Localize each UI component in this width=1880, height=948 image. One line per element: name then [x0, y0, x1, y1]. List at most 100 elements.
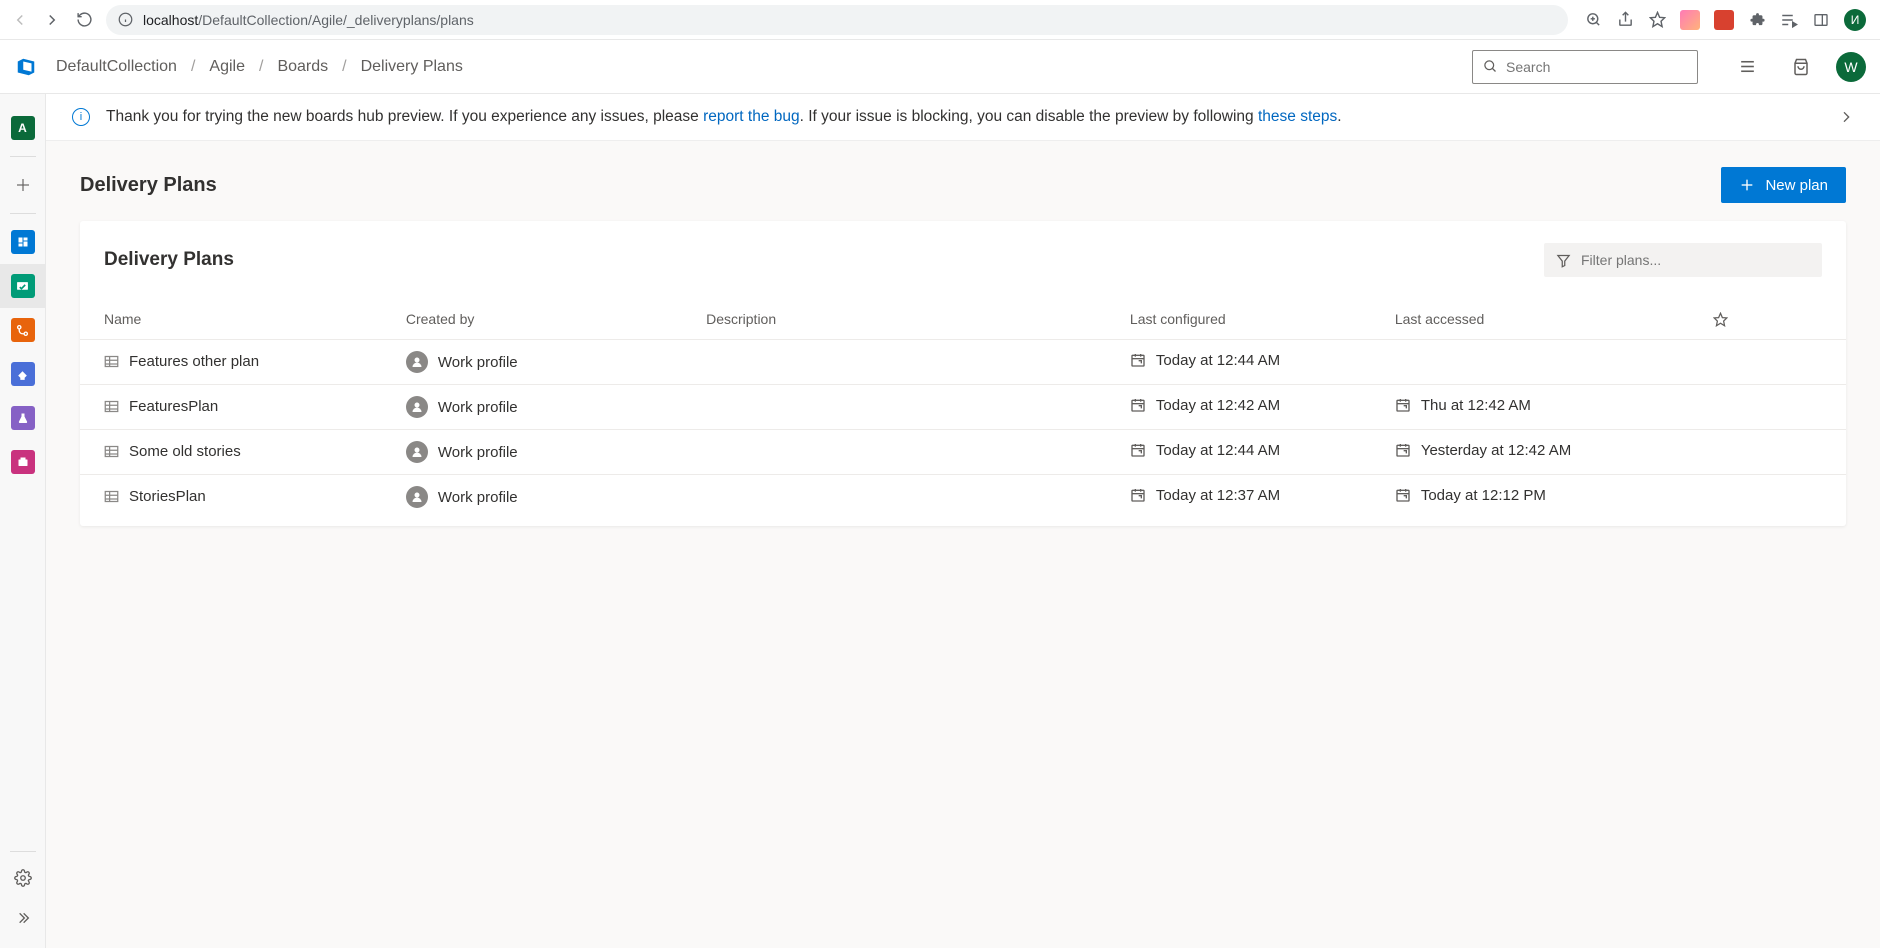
card-title: Delivery Plans [104, 249, 234, 271]
created-by: Work profile [438, 444, 518, 461]
description [698, 430, 1122, 475]
table-row[interactable]: FeaturesPlanWork profileToday at 12:42 A… [80, 385, 1846, 430]
sidebar-boards[interactable] [0, 264, 46, 308]
sidebar-pipelines[interactable] [0, 352, 46, 396]
plan-name: Features other plan [129, 353, 259, 370]
plan-icon [104, 400, 119, 413]
calendar-icon [1130, 397, 1146, 413]
repos-icon [11, 318, 35, 342]
browser-url: localhost/DefaultCollection/Agile/_deliv… [143, 12, 474, 28]
sidebar-project[interactable]: A [0, 106, 46, 150]
filter-box[interactable] [1544, 243, 1822, 277]
list-icon[interactable] [1736, 56, 1758, 78]
browser-forward-button[interactable] [42, 10, 62, 30]
browser-reload-button[interactable] [74, 10, 94, 30]
sidebar-add[interactable] [0, 163, 46, 207]
breadcrumb-item[interactable]: Agile [209, 58, 245, 76]
search-icon [1483, 59, 1498, 74]
last-accessed: Yesterday at 12:42 AM [1421, 442, 1571, 459]
calendar-icon [1395, 442, 1411, 458]
sidebar-repos[interactable] [0, 308, 46, 352]
sidebar-overview[interactable] [0, 220, 46, 264]
plan-name: StoriesPlan [129, 488, 206, 505]
plans-card: Delivery Plans Name Created by Descripti… [80, 221, 1846, 526]
sidebar-expand[interactable] [0, 898, 46, 938]
these-steps-link[interactable]: these steps [1258, 108, 1337, 125]
search-box[interactable] [1472, 50, 1698, 84]
report-bug-link[interactable]: report the bug [703, 108, 800, 125]
plus-icon [14, 176, 32, 194]
info-icon [118, 12, 133, 27]
description [698, 385, 1122, 430]
calendar-icon [1130, 487, 1146, 503]
col-description[interactable]: Description [698, 301, 1122, 340]
pipelines-icon [11, 362, 35, 386]
search-input[interactable] [1506, 59, 1687, 75]
boards-icon [11, 274, 35, 298]
plus-icon [1739, 177, 1755, 193]
browser-profile-avatar[interactable]: И [1844, 9, 1866, 31]
extensions-puzzle-icon[interactable] [1748, 11, 1766, 29]
calendar-icon [1395, 487, 1411, 503]
azure-devops-logo-icon[interactable] [14, 55, 38, 79]
filter-input[interactable] [1581, 252, 1810, 268]
col-created-by[interactable]: Created by [398, 301, 698, 340]
plan-name: Some old stories [129, 443, 241, 460]
info-icon: i [72, 108, 90, 126]
last-configured: Today at 12:42 AM [1156, 397, 1280, 414]
shopping-bag-icon[interactable] [1790, 56, 1812, 78]
calendar-icon [1130, 352, 1146, 368]
dashboard-icon [11, 230, 35, 254]
breadcrumb-item[interactable]: DefaultCollection [56, 58, 177, 76]
sidebar-artifacts[interactable] [0, 440, 46, 484]
description [698, 340, 1122, 385]
breadcrumb-item[interactable]: Delivery Plans [361, 58, 463, 76]
main-content: i Thank you for trying the new boards hu… [46, 94, 1880, 948]
browser-back-button[interactable] [10, 10, 30, 30]
plan-icon [104, 490, 119, 503]
table-row[interactable]: Some old stories Work profile Today at 12:… [80, 430, 1846, 475]
banner-next-button[interactable] [1838, 109, 1854, 125]
chevron-double-right-icon [15, 910, 31, 926]
user-icon [406, 441, 428, 463]
new-plan-button[interactable]: New plan [1721, 167, 1846, 203]
browser-address-bar[interactable]: localhost/DefaultCollection/Agile/_deliv… [106, 5, 1568, 35]
last-configured: Today at 12:44 AM [1156, 442, 1280, 459]
star-icon [1713, 312, 1728, 327]
last-accessed: Today at 12:12 PM [1421, 487, 1546, 504]
gear-icon [14, 869, 32, 887]
table-row[interactable]: StoriesPlan Work profile Today at 12:37 AM… [80, 475, 1846, 527]
banner-text: Thank you for trying the new boards hub … [106, 108, 1342, 126]
plan-icon [104, 355, 119, 368]
panel-icon[interactable] [1812, 11, 1830, 29]
zoom-icon[interactable] [1584, 11, 1602, 29]
created-by: Work profile [438, 489, 518, 506]
last-accessed: Thu at 12:42 AM [1421, 397, 1531, 414]
extension-icon[interactable] [1714, 10, 1734, 30]
sidebar-settings[interactable] [0, 858, 46, 898]
user-icon [406, 486, 428, 508]
plan-icon [104, 445, 119, 458]
col-name[interactable]: Name [80, 301, 398, 340]
extension-icon[interactable] [1680, 10, 1700, 30]
page-title: Delivery Plans [80, 174, 217, 197]
calendar-icon [1130, 442, 1146, 458]
breadcrumb-item[interactable]: Boards [277, 58, 328, 76]
user-avatar[interactable]: W [1836, 52, 1866, 82]
table-row[interactable]: Features other planWork profileToday at … [80, 340, 1846, 385]
col-last-configured[interactable]: Last configured [1122, 301, 1387, 340]
user-icon [406, 396, 428, 418]
user-icon [406, 351, 428, 373]
plans-table: Name Created by Description Last configu… [80, 301, 1846, 526]
playlist-icon[interactable] [1780, 11, 1798, 29]
col-last-accessed[interactable]: Last accessed [1387, 301, 1705, 340]
calendar-icon [1395, 397, 1411, 413]
sidebar-test-plans[interactable] [0, 396, 46, 440]
share-icon[interactable] [1616, 11, 1634, 29]
last-configured: Today at 12:44 AM [1156, 352, 1280, 369]
last-configured: Today at 12:37 AM [1156, 487, 1280, 504]
breadcrumb: DefaultCollection / Agile / Boards / Del… [56, 58, 463, 76]
col-favorite[interactable] [1705, 301, 1846, 340]
filter-icon [1556, 253, 1571, 268]
bookmark-star-icon[interactable] [1648, 11, 1666, 29]
